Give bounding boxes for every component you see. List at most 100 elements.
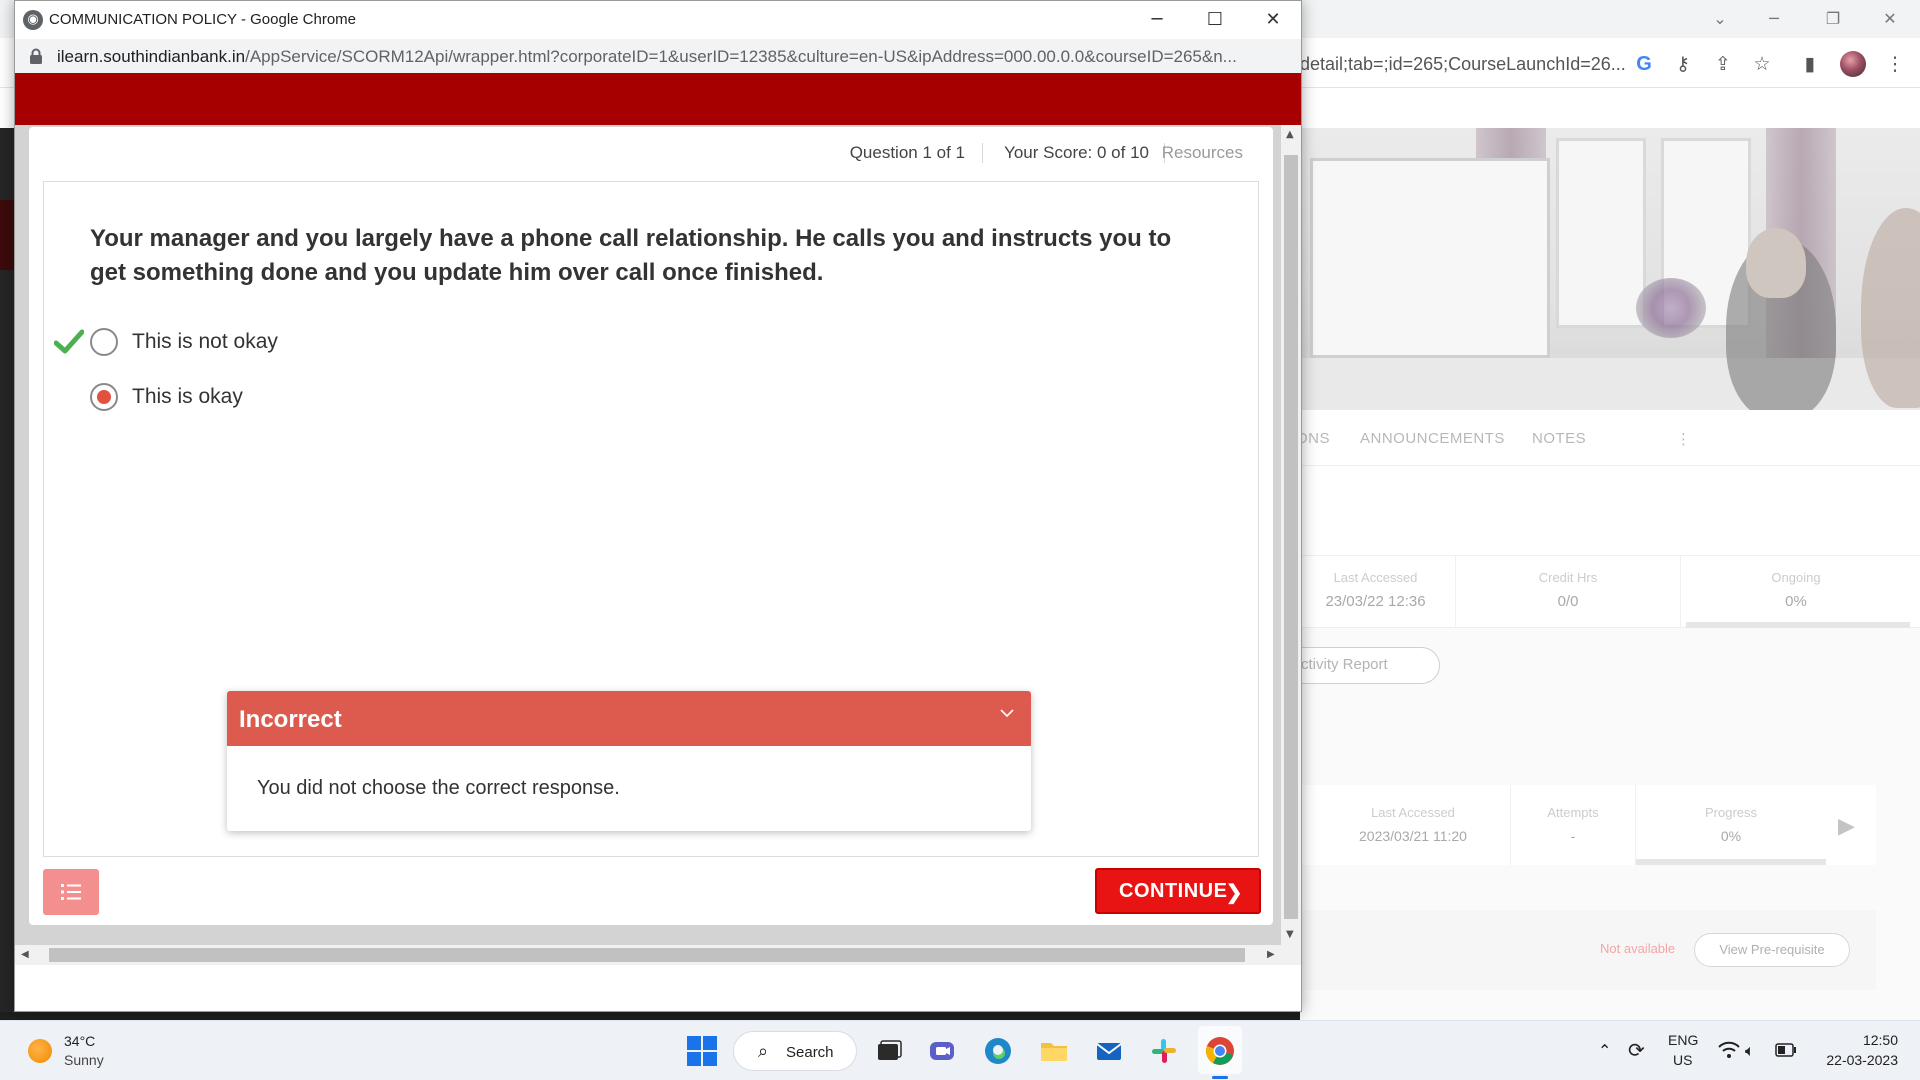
taskbar-search[interactable]: ⌕ Search (733, 1031, 857, 1071)
progress-bar-2 (1636, 859, 1826, 865)
background-url-text[interactable]: detail;tab=;id=265;CourseLaunchId=26... (1300, 54, 1626, 75)
input-language[interactable]: ENG (1668, 1032, 1698, 1048)
choice-label: This is okay (132, 385, 243, 408)
battery-icon[interactable] (1775, 1043, 1797, 1057)
sun-weather-icon[interactable] (28, 1039, 52, 1063)
background-panel-2 (1296, 700, 1920, 780)
stat-progress: Progress 0% (1704, 805, 1758, 844)
background-panel (1296, 466, 1920, 556)
list-menu-icon (61, 884, 81, 900)
search-label: Search (786, 1044, 834, 1061)
chrome-menu-icon[interactable]: ⋮ (1882, 51, 1908, 77)
popup-url-text[interactable]: ilearn.southindianbank.in/AppService/SCO… (57, 47, 1287, 67)
popup-titlebar: ◉ COMMUNICATION POLICY - Google Chrome ─… (15, 1, 1301, 39)
horizontal-scrollbar[interactable]: ◀ ▶ (15, 945, 1301, 965)
close-icon[interactable]: ✕ (1870, 6, 1910, 32)
scroll-left-icon[interactable]: ◀ (21, 949, 29, 960)
windows-start-icon[interactable] (686, 1035, 718, 1067)
popup-window-title: COMMUNICATION POLICY - Google Chrome (49, 11, 357, 28)
stat-last-accessed: Last Accessed 23/03/22 12:36 (1296, 556, 1456, 628)
quiz-card: Question 1 of 1 Your Score: 0 of 10 Reso… (29, 127, 1273, 925)
chevron-right-icon: ❯ (1225, 882, 1243, 904)
question-text: Your manager and you largely have a phon… (90, 225, 1172, 286)
more-options-icon[interactable]: ⋮ (1676, 430, 1692, 448)
feedback-header[interactable]: Incorrect (227, 691, 1031, 746)
edge-browser-icon[interactable] (982, 1035, 1014, 1067)
popup-address-bar[interactable]: ilearn.southindianbank.in/AppService/SCO… (15, 39, 1301, 73)
choice-not-okay[interactable]: This is not okay (90, 322, 490, 362)
course-popup-window: ◉ COMMUNICATION POLICY - Google Chrome ─… (14, 0, 1302, 1012)
show-hidden-icons-icon[interactable]: ⌃ (1598, 1041, 1611, 1060)
clock-time[interactable]: 12:50 (1863, 1032, 1898, 1048)
horizontal-scroll-thumb[interactable] (49, 948, 1245, 962)
choice-label: This is not okay (132, 330, 278, 353)
popup-minimize-icon[interactable]: ─ (1129, 5, 1185, 35)
lock-icon (30, 48, 42, 64)
course-stats-top: Last Accessed 23/03/22 12:36 Credit Hrs … (1296, 556, 1920, 628)
lesson-menu-button[interactable] (43, 869, 99, 915)
course-header-banner (15, 73, 1301, 125)
resources-link[interactable]: Resources (1162, 143, 1243, 163)
profile-avatar[interactable] (1840, 51, 1866, 77)
question-counter: Question 1 of 1 (849, 143, 965, 162)
stat-ongoing: Ongoing 0% (1771, 570, 1821, 610)
popup-close-icon[interactable]: ✕ (1245, 5, 1301, 35)
stat-attempts: Attempts - (1511, 785, 1636, 865)
not-available-label: Not available (1600, 941, 1676, 956)
chevron-down-icon[interactable] (999, 705, 1015, 721)
slack-icon[interactable] (1148, 1035, 1180, 1067)
view-prerequisite-button[interactable]: View Pre-requisite (1694, 933, 1850, 967)
share-icon[interactable]: ⇪ (1710, 51, 1736, 77)
scroll-down-icon[interactable]: ▼ (1286, 929, 1294, 940)
task-view-icon[interactable] (872, 1035, 904, 1067)
wifi-icon[interactable] (1718, 1041, 1740, 1059)
weather-condition[interactable]: Sunny (64, 1052, 104, 1068)
tab-notes[interactable]: NOTES (1532, 430, 1586, 447)
file-explorer-icon[interactable] (1038, 1035, 1070, 1067)
header-divider (982, 143, 983, 163)
radio-not-okay[interactable] (90, 328, 118, 356)
quiz-header: Question 1 of 1 Your Score: 0 of 10 Reso… (29, 127, 1273, 177)
google-icon[interactable]: G (1631, 51, 1657, 77)
background-tabs: ONS ANNOUNCEMENTS NOTES ⋮ (1296, 410, 1920, 466)
course-stats-bottom: Last Accessed 2023/03/21 11:20 Attempts … (1296, 785, 1876, 865)
input-region[interactable]: US (1673, 1052, 1692, 1068)
background-bottom-edge (0, 1012, 1300, 1020)
choice-okay[interactable]: This is okay (90, 377, 490, 417)
scroll-up-icon[interactable]: ▲ (1286, 129, 1294, 140)
correct-checkmark-icon (54, 329, 84, 354)
play-icon[interactable]: ▶ (1838, 814, 1855, 839)
popup-maximize-icon[interactable]: ☐ (1187, 5, 1243, 35)
continue-label: CONTINUE (1119, 880, 1228, 902)
background-edge-accent (0, 200, 14, 270)
tab-announcements[interactable]: ANNOUNCEMENTS (1360, 430, 1505, 447)
course-hero-image (1296, 128, 1920, 410)
minimize-icon[interactable]: ─ (1754, 6, 1794, 32)
progress-bar (1686, 622, 1910, 628)
vertical-scroll-thumb[interactable] (1284, 155, 1298, 919)
feedback-message: You did not choose the correct response. (257, 777, 620, 799)
chrome-icon[interactable] (1204, 1035, 1236, 1067)
course-player-area: Question 1 of 1 Your Score: 0 of 10 Reso… (15, 125, 1301, 945)
feedback-panel: Incorrect You did not choose the correct… (227, 691, 1031, 831)
clock-date[interactable]: 22-03-2023 (1826, 1052, 1898, 1068)
vertical-scrollbar[interactable]: ▲ ▼ (1281, 125, 1301, 945)
restore-icon[interactable]: ❐ (1813, 6, 1853, 32)
mail-icon[interactable] (1093, 1035, 1125, 1067)
feedback-title: Incorrect (239, 706, 342, 733)
active-app-indicator (1212, 1076, 1228, 1079)
side-panel-icon[interactable]: ▮ (1797, 51, 1823, 77)
volume-icon[interactable]: 🔈︎ (1745, 1041, 1755, 1061)
weather-temperature[interactable]: 34°C (64, 1033, 95, 1049)
continue-button[interactable]: CONTINUE ❯ (1095, 868, 1261, 914)
scroll-right-icon[interactable]: ▶ (1267, 949, 1275, 960)
sync-icon[interactable]: ⟳ (1628, 1038, 1645, 1062)
tab-search-icon[interactable]: ⌄ (1700, 6, 1740, 32)
stat-last-accessed-2: Last Accessed 2023/03/21 11:20 (1296, 785, 1511, 865)
bookmark-star-icon[interactable]: ☆ (1749, 51, 1775, 77)
windows-taskbar: 34°C Sunny ⌕ Search ⌃ ⟳ ENG US 🔈︎ 12:50 … (0, 1020, 1920, 1080)
radio-okay-selected[interactable] (90, 383, 118, 411)
password-key-icon[interactable]: ⚷ (1670, 51, 1696, 77)
teams-chat-icon[interactable] (926, 1035, 958, 1067)
stat-credit-hrs: Credit Hrs 0/0 (1456, 556, 1681, 628)
